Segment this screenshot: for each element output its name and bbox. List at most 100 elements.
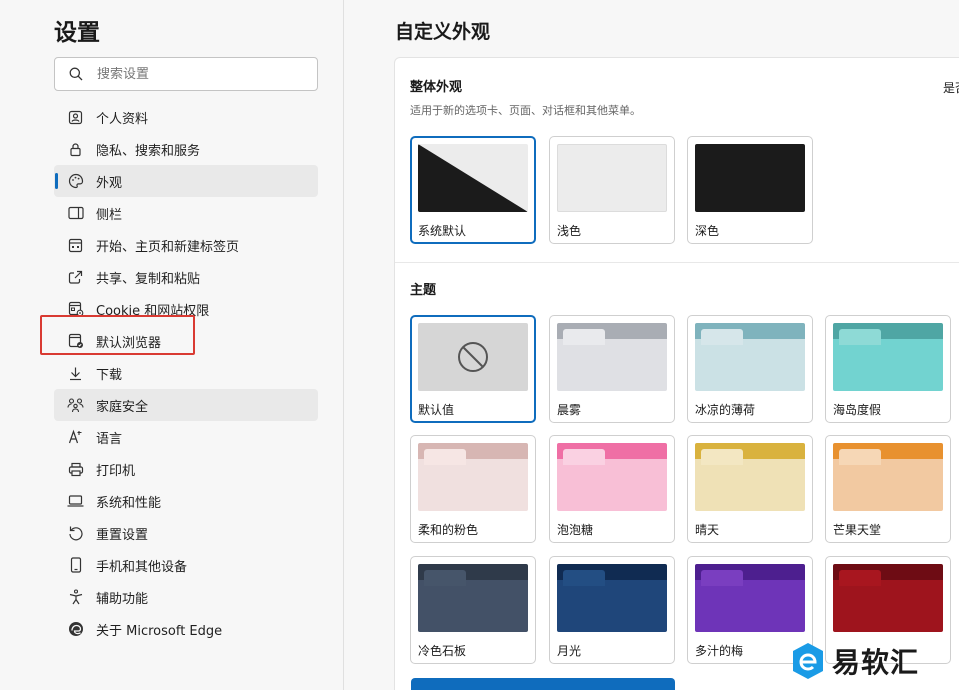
sidebar-item-start-home[interactable]: 开始、主页和新建标签页 bbox=[54, 229, 318, 261]
folder-body bbox=[557, 459, 667, 511]
folder-body bbox=[695, 339, 805, 391]
sidebar-item-label: Cookie 和网站权限 bbox=[96, 303, 210, 319]
printer-icon bbox=[67, 461, 84, 478]
page-title: 自定义外观 bbox=[395, 21, 491, 43]
theme-tile-cool-mint[interactable]: 冰凉的薄荷 bbox=[687, 315, 813, 423]
search-icon bbox=[69, 67, 83, 81]
folder-flap bbox=[701, 329, 743, 345]
folder-body bbox=[833, 459, 943, 511]
folder-body bbox=[418, 459, 528, 511]
theme-label: 柔和的粉色 bbox=[418, 523, 479, 537]
theme-tile-default[interactable]: 默认值 bbox=[410, 315, 536, 423]
edge-icon bbox=[67, 621, 84, 638]
theme-label: 冰凉的薄荷 bbox=[695, 403, 756, 417]
theme-preview bbox=[695, 564, 805, 632]
sidebar-item-label: 个人资料 bbox=[96, 111, 149, 127]
watermark: 易软汇 bbox=[790, 641, 919, 681]
folder-body bbox=[833, 580, 943, 632]
laptop-icon bbox=[67, 493, 84, 510]
sidebar-item-default-browser[interactable]: 默认浏览器 bbox=[40, 315, 318, 357]
overall-appearance-heading: 整体外观 bbox=[410, 80, 463, 95]
theme-tile-sunny-day[interactable]: 晴天 bbox=[687, 435, 813, 543]
sidebar-item-cookies[interactable]: Cookie 和网站权限 bbox=[54, 293, 318, 325]
active-indicator bbox=[55, 173, 58, 189]
reset-icon bbox=[67, 525, 84, 542]
theme-tile-island-getaway[interactable]: 海岛度假 bbox=[825, 315, 951, 423]
theme-tile-morning-fog[interactable]: 晨雾 bbox=[549, 315, 675, 423]
appearance-option-label: 系统默认 bbox=[418, 224, 467, 238]
settings-sidebar: 设置 个人资料 隐私、搜索和服务 外观 侧栏 开始、主页和新建标签页 共享、复制 bbox=[0, 0, 344, 690]
search-input[interactable] bbox=[97, 66, 297, 82]
folder-flap bbox=[839, 570, 881, 586]
theme-preview bbox=[833, 443, 943, 511]
sidebar-item-downloads[interactable]: 下载 bbox=[54, 357, 318, 389]
main-content: 自定义外观 整体外观 适用于新的选项卡、页面、对话框和其他菜单。 是否 系统默认… bbox=[344, 0, 959, 690]
language-icon bbox=[67, 429, 84, 446]
sidebar-item-appearance[interactable]: 外观 bbox=[54, 165, 318, 197]
theme-label: 芒果天堂 bbox=[833, 523, 882, 537]
section-divider bbox=[395, 262, 959, 263]
sidebar-item-accessibility[interactable]: 辅助功能 bbox=[54, 581, 318, 613]
search-box[interactable] bbox=[54, 57, 318, 91]
sidebar-icon bbox=[67, 205, 84, 222]
settings-nav: 个人资料 隐私、搜索和服务 外观 侧栏 开始、主页和新建标签页 共享、复制和粘贴… bbox=[40, 101, 318, 645]
home-grid-icon bbox=[67, 237, 84, 254]
overall-appearance-subtitle: 适用于新的选项卡、页面、对话框和其他菜单。 bbox=[410, 104, 641, 117]
folder-flap bbox=[563, 449, 605, 465]
overall-right-text: 是否 bbox=[943, 81, 959, 95]
sidebar-item-languages[interactable]: 语言 bbox=[54, 421, 318, 453]
theme-preview bbox=[557, 564, 667, 632]
sidebar-item-label: 家庭安全 bbox=[96, 399, 149, 415]
palette-icon bbox=[67, 173, 84, 190]
sidebar-item-label: 辅助功能 bbox=[96, 591, 149, 607]
folder-body bbox=[557, 580, 667, 632]
lock-icon bbox=[67, 141, 84, 158]
sidebar-item-about-edge[interactable]: 关于 Microsoft Edge bbox=[54, 613, 318, 645]
sidebar-item-share[interactable]: 共享、复制和粘贴 bbox=[54, 261, 318, 293]
theme-tile-moonlight[interactable]: 月光 bbox=[549, 556, 675, 664]
sidebar-item-label: 关于 Microsoft Edge bbox=[96, 623, 223, 639]
theme-preview bbox=[695, 323, 805, 391]
theme-preview bbox=[833, 323, 943, 391]
sidebar-item-sidebar[interactable]: 侧栏 bbox=[54, 197, 318, 229]
share-icon bbox=[67, 269, 84, 286]
watermark-text: 易软汇 bbox=[832, 646, 920, 679]
themes-heading: 主题 bbox=[410, 283, 437, 298]
sidebar-item-family-safety[interactable]: 家庭安全 bbox=[54, 389, 318, 421]
appearance-option-label: 浅色 bbox=[557, 224, 582, 238]
theme-preview bbox=[418, 564, 528, 632]
sidebar-item-label: 系统和性能 bbox=[96, 495, 162, 511]
theme-tile-mango-paradise[interactable]: 芒果天堂 bbox=[825, 435, 951, 543]
family-icon bbox=[67, 397, 84, 414]
sidebar-item-label: 手机和其他设备 bbox=[96, 559, 188, 575]
folder-flap bbox=[563, 329, 605, 345]
no-theme-icon bbox=[458, 342, 488, 372]
theme-preview bbox=[557, 443, 667, 511]
watermark-logo-icon bbox=[793, 643, 823, 679]
light-preview bbox=[557, 144, 667, 212]
folder-flap bbox=[424, 570, 466, 586]
theme-preview bbox=[418, 443, 528, 511]
browser-icon bbox=[67, 333, 84, 350]
sidebar-item-phone[interactable]: 手机和其他设备 bbox=[54, 549, 318, 581]
sidebar-item-privacy[interactable]: 隐私、搜索和服务 bbox=[54, 133, 318, 165]
sidebar-item-printers[interactable]: 打印机 bbox=[54, 453, 318, 485]
theme-tile-bubblegum[interactable]: 泡泡糖 bbox=[549, 435, 675, 543]
accessibility-icon bbox=[67, 589, 84, 606]
appearance-option-system[interactable]: 系统默认 bbox=[410, 136, 536, 244]
theme-label: 泡泡糖 bbox=[557, 523, 594, 537]
dark-preview bbox=[695, 144, 805, 212]
theme-label: 海岛度假 bbox=[833, 403, 882, 417]
download-icon bbox=[67, 365, 84, 382]
folder-flap bbox=[563, 570, 605, 586]
sidebar-item-profile[interactable]: 个人资料 bbox=[54, 101, 318, 133]
sidebar-item-label: 外观 bbox=[96, 175, 123, 191]
sidebar-item-system[interactable]: 系统和性能 bbox=[54, 485, 318, 517]
theme-tile-soft-pink[interactable]: 柔和的粉色 bbox=[410, 435, 536, 543]
primary-button[interactable] bbox=[411, 678, 675, 690]
appearance-option-dark[interactable]: 深色 bbox=[687, 136, 813, 244]
theme-label: 默认值 bbox=[418, 403, 455, 417]
appearance-option-light[interactable]: 浅色 bbox=[549, 136, 675, 244]
sidebar-item-reset[interactable]: 重置设置 bbox=[54, 517, 318, 549]
theme-tile-cool-slate[interactable]: 冷色石板 bbox=[410, 556, 536, 664]
